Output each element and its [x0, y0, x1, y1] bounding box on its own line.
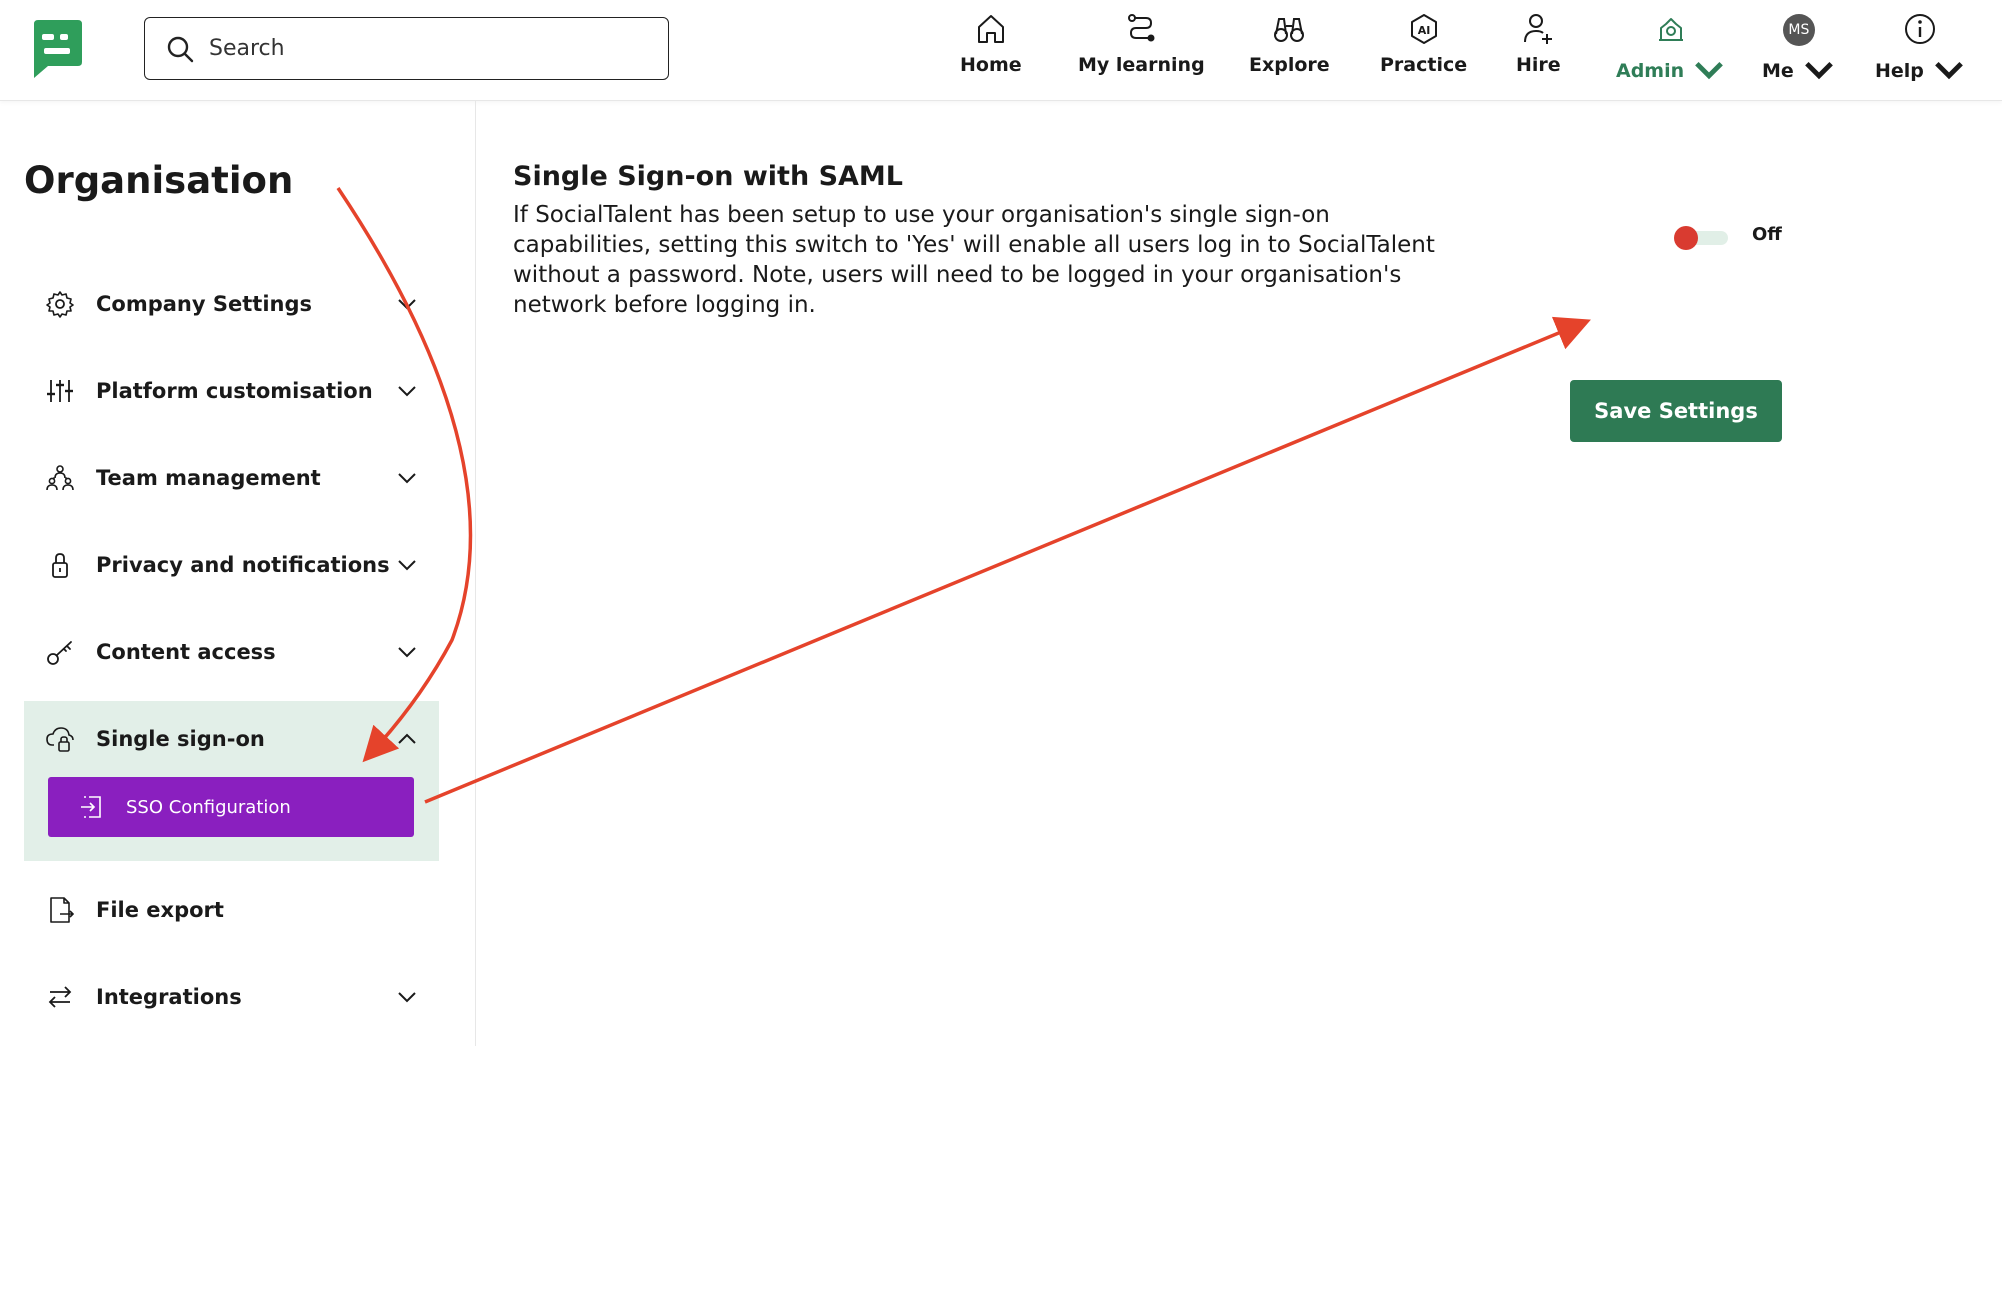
chevron-down-icon	[1695, 61, 1724, 80]
sidebar-item-label: Integrations	[96, 985, 242, 1009]
file-export-icon	[50, 897, 74, 923]
chevron-down-icon	[398, 473, 416, 484]
sidebar-item-platform-customisation[interactable]: Platform customisation	[24, 360, 439, 422]
sidebar-item-single-sign-on[interactable]: Single sign-on	[24, 708, 439, 770]
sidebar-item-integrations[interactable]: Integrations	[24, 966, 439, 1028]
avatar: MS	[1782, 14, 1815, 46]
nav-explore-label: Explore	[1249, 54, 1330, 76]
nav-practice-label: Practice	[1380, 54, 1468, 76]
chevron-down-icon	[1935, 61, 1963, 80]
ai-badge-text: AI	[1417, 24, 1430, 37]
chevron-down-icon	[398, 992, 416, 1003]
sidebar-item-content-access[interactable]: Content access	[24, 621, 439, 683]
nav-home[interactable]: Home	[960, 12, 1022, 92]
sidebar-subitem-sso-configuration[interactable]: SSO Configuration	[48, 777, 414, 837]
add-user-icon	[1524, 14, 1553, 44]
admin-icon	[1659, 18, 1684, 41]
nav-help-label: Help	[1875, 54, 1966, 88]
sidebar-item-label: Company Settings	[96, 292, 312, 316]
nav-home-label: Home	[960, 54, 1022, 76]
nav-my-learning-label: My learning	[1078, 54, 1205, 76]
sidebar: Organisation Company Settings Platform c…	[0, 101, 476, 1046]
key-icon	[47, 641, 72, 665]
sidebar-subitem-label: SSO Configuration	[126, 796, 291, 818]
sidebar-item-label: Team management	[96, 466, 321, 490]
sidebar-item-label: Single sign-on	[96, 727, 265, 751]
sign-in-icon	[81, 796, 101, 818]
sidebar-item-label: Content access	[96, 640, 276, 664]
chevron-down-icon	[398, 386, 416, 397]
lock-icon	[52, 553, 68, 578]
info-icon	[1905, 14, 1936, 44]
chevron-down-icon	[398, 647, 416, 658]
sidebar-item-file-export[interactable]: File export	[24, 879, 439, 941]
binoculars-icon	[1274, 18, 1305, 42]
nav-hire-label: Hire	[1516, 54, 1561, 76]
nav-admin-text: Admin	[1616, 60, 1685, 82]
cloud-lock-icon	[46, 727, 74, 752]
search-box[interactable]	[144, 17, 669, 80]
sidebar-item-label: File export	[96, 898, 224, 922]
sidebar-item-company-settings[interactable]: Company Settings	[24, 273, 439, 335]
nav-admin[interactable]: Admin	[1616, 12, 1726, 92]
ai-badge-icon: AI	[1410, 14, 1437, 44]
chevron-down-icon	[398, 299, 416, 310]
toggle-state-label: Off	[1752, 224, 1782, 245]
chevron-up-icon	[398, 733, 416, 744]
nav-my-learning[interactable]: My learning	[1078, 12, 1205, 92]
nav-admin-label: Admin	[1616, 54, 1726, 88]
section-description: If SocialTalent has been setup to use yo…	[513, 202, 1435, 318]
sidebar-item-team-management[interactable]: Team management	[24, 447, 439, 509]
sso-toggle[interactable]	[1674, 225, 1730, 250]
nav-practice[interactable]: AI Practice	[1380, 12, 1467, 92]
team-icon	[46, 465, 74, 491]
nav-help-text: Help	[1875, 60, 1924, 82]
nav-me[interactable]: MS Me	[1762, 12, 1836, 92]
sidebar-item-privacy-notifications[interactable]: Privacy and notifications	[24, 534, 439, 596]
sliders-icon	[47, 380, 73, 402]
gear-icon	[46, 291, 74, 318]
nav-explore[interactable]: Explore	[1249, 12, 1330, 92]
section-title: Single Sign-on with SAML	[513, 161, 903, 192]
home-icon	[977, 15, 1004, 43]
chevron-down-icon	[398, 560, 416, 571]
top-bar: Home My learning Explore AI	[0, 0, 2002, 101]
nav-help[interactable]: Help	[1875, 12, 1966, 92]
sidebar-group-single-sign-on: Single sign-on SSO Configuration	[24, 701, 439, 861]
chevron-down-icon	[1804, 61, 1833, 80]
search-icon	[167, 36, 194, 62]
annotation-arrow-to-toggle	[424, 316, 1591, 804]
socialtalent-logo[interactable]	[28, 18, 84, 80]
sidebar-item-label: Privacy and notifications	[96, 553, 390, 577]
search-input[interactable]	[209, 36, 649, 61]
sidebar-title: Organisation	[24, 159, 294, 202]
toggle-knob	[1674, 226, 1698, 250]
learning-path-icon	[1128, 14, 1155, 42]
nav-me-label: Me	[1762, 54, 1836, 88]
swap-arrows-icon	[48, 986, 72, 1008]
nav-me-text: Me	[1762, 60, 1794, 82]
sidebar-item-label: Platform customisation	[96, 379, 373, 403]
save-settings-button[interactable]: Save Settings	[1570, 380, 1782, 442]
nav-hire[interactable]: Hire	[1516, 12, 1561, 92]
